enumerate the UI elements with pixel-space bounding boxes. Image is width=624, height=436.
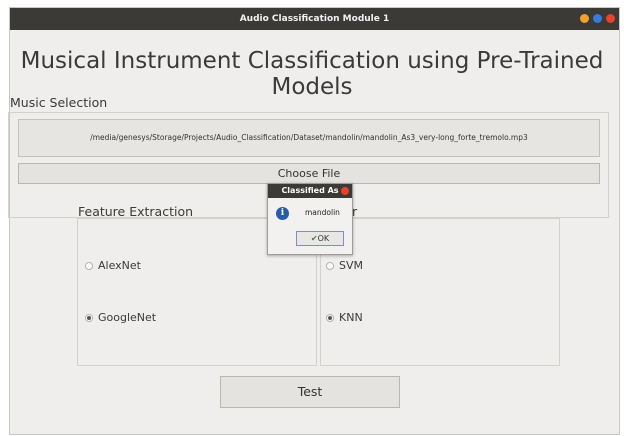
page-title: Musical Instrument Classification using … xyxy=(20,48,604,100)
radio-circle-icon xyxy=(326,261,334,270)
ok-label: OK xyxy=(317,234,330,243)
radio-circle-icon xyxy=(85,261,93,270)
radio-googlenet[interactable]: GoogleNet xyxy=(85,311,156,324)
radio-alexnet[interactable]: AlexNet xyxy=(85,259,141,272)
radio-knn-label: KNN xyxy=(339,311,363,324)
radio-alexnet-label: AlexNet xyxy=(98,259,141,272)
title-bar: Audio Classification Module 1 xyxy=(10,8,619,30)
classifier-group xyxy=(320,218,560,366)
file-path-field[interactable]: /media/genesys/Storage/Projects/Audio_Cl… xyxy=(18,119,600,157)
radio-svm[interactable]: SVM xyxy=(326,259,363,272)
radio-checked-icon xyxy=(85,313,93,322)
feature-extraction-label: Feature Extraction xyxy=(78,204,194,219)
info-icon: i xyxy=(276,207,289,220)
radio-svm-label: SVM xyxy=(339,259,363,272)
window-controls xyxy=(580,14,615,23)
choose-file-button[interactable]: Choose File xyxy=(18,163,600,184)
radio-knn[interactable]: KNN xyxy=(326,311,363,324)
window-title: Audio Classification Module 1 xyxy=(239,14,390,24)
dialog-message: mandolin xyxy=(305,208,340,217)
radio-checked-icon xyxy=(326,313,334,322)
music-selection-label: Music Selection xyxy=(10,95,108,110)
test-button[interactable]: Test xyxy=(220,376,400,408)
dialog-title: Classified As xyxy=(281,186,339,195)
ok-check-icon: ✔ xyxy=(310,234,318,243)
dialog-close-icon[interactable] xyxy=(341,187,349,195)
radio-googlenet-label: GoogleNet xyxy=(98,311,157,324)
ok-button[interactable]: ✔OK xyxy=(296,231,344,246)
close-dot-icon[interactable] xyxy=(606,14,615,23)
classified-as-dialog: Classified As i mandolin ✔OK xyxy=(267,183,353,255)
maximize-dot-icon[interactable] xyxy=(593,14,602,23)
dialog-title-bar: Classified As xyxy=(268,184,352,198)
minimize-dot-icon[interactable] xyxy=(580,14,589,23)
